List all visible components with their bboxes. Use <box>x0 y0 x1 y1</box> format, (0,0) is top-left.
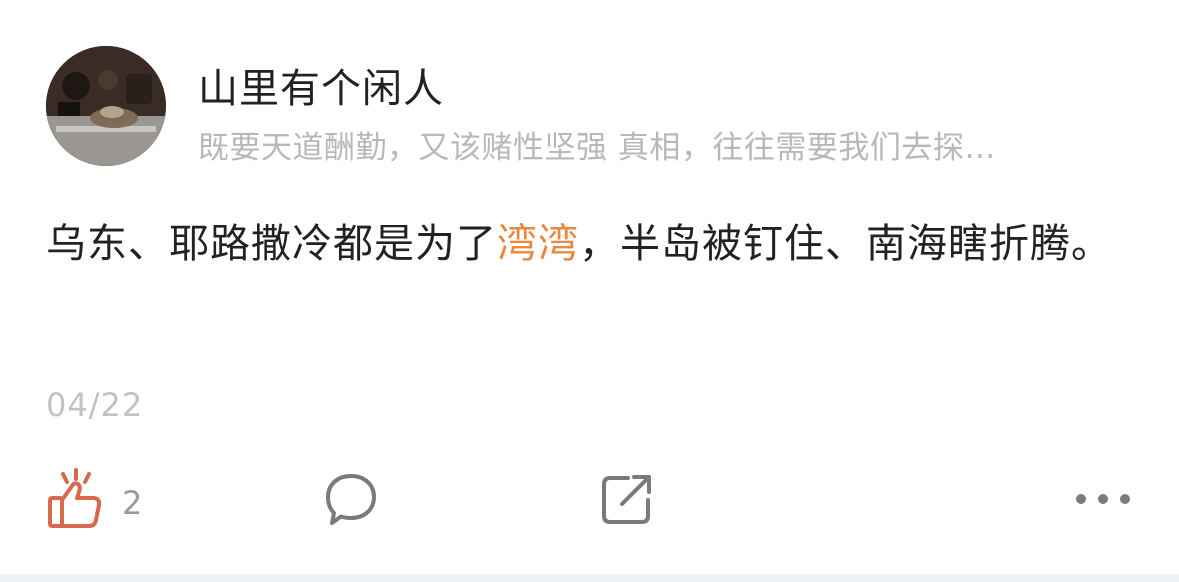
like-count: 2 <box>122 484 143 522</box>
more-dots-icon <box>1072 489 1134 509</box>
post-date: 04/22 <box>46 386 144 424</box>
share-button[interactable] <box>598 454 656 544</box>
comment-bubble-icon <box>322 470 380 528</box>
comment-button[interactable] <box>322 454 380 544</box>
post-text: 乌东、耶路撒冷都是为了湾湾，半岛被钉住、南海瞎折腾。 <box>46 212 1126 276</box>
post-text-part: 乌东、耶路撒冷都是为了 <box>46 221 497 267</box>
user-signature: 既要天道酬勤，又该赌性坚强 真相，往往需要我们去探… <box>198 130 996 166</box>
divider <box>0 574 1179 582</box>
like-button[interactable]: 2 <box>46 454 142 544</box>
more-button[interactable] <box>1072 454 1134 544</box>
topic-link[interactable]: 湾湾 <box>497 221 579 267</box>
avatar[interactable] <box>46 46 166 166</box>
avatar-image <box>46 46 166 166</box>
post-text-part: ，半岛被钉住、南海瞎折腾。 <box>579 221 1112 267</box>
share-icon <box>598 470 656 528</box>
thumbs-up-icon <box>46 468 104 530</box>
post-card: 山里有个闲人 既要天道酬勤，又该赌性坚强 真相，往往需要我们去探… 乌东、耶路撒… <box>0 0 1179 574</box>
username[interactable]: 山里有个闲人 <box>198 56 444 114</box>
